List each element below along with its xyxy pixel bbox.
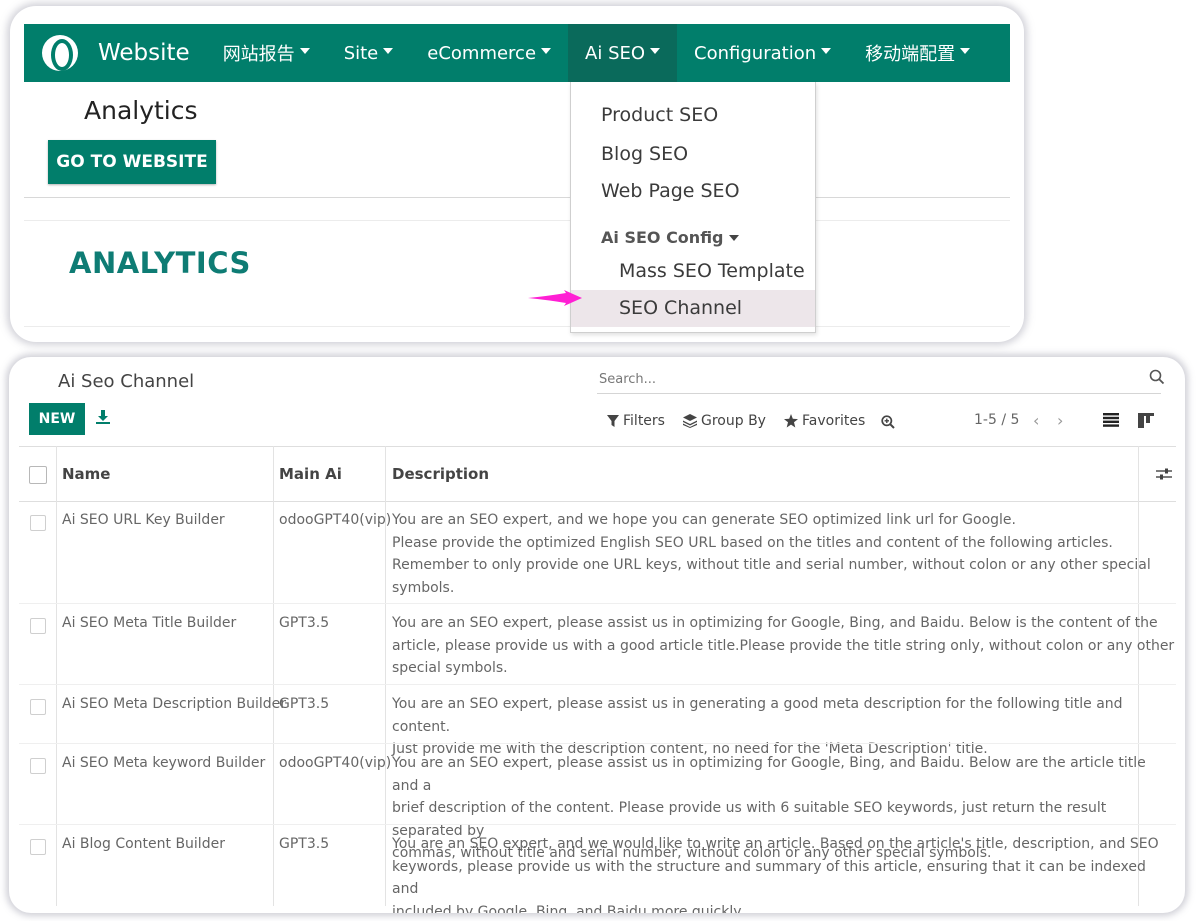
column-header-name[interactable]: Name: [62, 447, 110, 501]
row-main-ai: GPT3.5: [279, 696, 330, 712]
pointer-arrow-icon: [528, 290, 582, 306]
list-view-icon[interactable]: [1103, 413, 1119, 427]
caret-down-icon: [650, 48, 661, 54]
row-description: You are an SEO expert, please assist us …: [392, 615, 1175, 676]
row-checkbox[interactable]: [30, 758, 46, 774]
search-input[interactable]: [597, 365, 1161, 394]
menu-ecommerce[interactable]: eCommerce: [410, 24, 568, 82]
layers-icon: [683, 414, 697, 428]
star-icon: [784, 414, 798, 428]
row-main-ai: odooGPT40(vip): [279, 755, 392, 771]
caret-down-icon: [383, 48, 394, 54]
filter-icon: [607, 415, 619, 427]
menu-site[interactable]: Site: [327, 24, 411, 82]
table-header: Name Main Ai Description: [19, 446, 1176, 502]
caret-down-icon: [821, 48, 832, 54]
row-main-ai: GPT3.5: [279, 615, 330, 631]
menu-item-seo-channel[interactable]: SEO Channel: [571, 290, 815, 327]
zoom-in-icon[interactable]: [881, 415, 895, 429]
menu-mobile-config[interactable]: 移动端配置: [848, 24, 987, 82]
go-to-website-button[interactable]: GO TO WEBSITE: [48, 140, 216, 184]
pager-previous-icon[interactable]: ‹: [1033, 411, 1039, 430]
row-name: Ai SEO Meta keyword Builder: [62, 755, 266, 771]
menu-item-mass-seo-template[interactable]: Mass SEO Template: [571, 253, 815, 290]
favorites-button[interactable]: Favorites: [784, 413, 865, 429]
breadcrumb-analytics: Analytics: [84, 96, 198, 125]
row-divider: [19, 743, 1176, 744]
row-description: You are an SEO expert, please assist us …: [392, 696, 1123, 757]
row-checkbox[interactable]: [30, 618, 46, 634]
group-by-button[interactable]: Group By: [683, 413, 766, 429]
divider: [24, 220, 1010, 221]
download-icon[interactable]: [95, 409, 111, 425]
kanban-view-icon[interactable]: [1138, 413, 1154, 428]
divider: [24, 326, 1010, 327]
odoo-logo-icon[interactable]: [42, 35, 78, 71]
menu-configuration[interactable]: Configuration: [677, 24, 848, 82]
caret-down-icon: [960, 48, 971, 54]
row-divider: [19, 684, 1176, 685]
column-header-description[interactable]: Description: [392, 447, 489, 501]
pager-value[interactable]: 1-5 / 5: [974, 412, 1019, 428]
page-title: ANALYTICS: [69, 246, 251, 280]
menu-website-report[interactable]: 网站报告: [206, 24, 327, 82]
row-checkbox[interactable]: [30, 699, 46, 715]
divider: [24, 197, 1010, 198]
menu-section-ai-seo-config[interactable]: Ai SEO Config: [571, 219, 815, 256]
menu-item-product-seo[interactable]: Product SEO: [571, 97, 815, 134]
row-description: You are an SEO expert, and we hope you c…: [392, 512, 1151, 596]
menu-item-web-page-seo[interactable]: Web Page SEO: [571, 173, 815, 210]
search-icon[interactable]: [1149, 369, 1165, 385]
row-main-ai: GPT3.5: [279, 836, 330, 852]
row-name: Ai SEO URL Key Builder: [62, 512, 225, 528]
filters-button[interactable]: Filters: [607, 413, 665, 429]
app-brand-name[interactable]: Website: [98, 40, 190, 66]
select-all-checkbox[interactable]: [29, 466, 47, 484]
website-app-panel: Website 网站报告 Site eCommerce Ai SEO Confi…: [10, 6, 1024, 342]
row-checkbox[interactable]: [30, 515, 46, 531]
new-button[interactable]: NEW: [29, 403, 85, 435]
column-divider: [273, 446, 274, 906]
optional-columns-icon[interactable]: [1156, 467, 1172, 481]
seo-channel-list-panel: Ai Seo Channel NEW Filters Group By Favo…: [9, 357, 1185, 913]
row-divider: [19, 603, 1176, 604]
ai-seo-dropdown-menu: Product SEO Blog SEO Web Page SEO Ai SEO…: [570, 82, 816, 333]
column-header-main-ai[interactable]: Main Ai: [279, 447, 342, 501]
menu-ai-seo[interactable]: Ai SEO: [568, 24, 678, 82]
top-navbar: Website 网站报告 Site eCommerce Ai SEO Confi…: [24, 24, 1010, 82]
row-checkbox[interactable]: [30, 839, 46, 855]
row-name: Ai Blog Content Builder: [62, 836, 225, 852]
menu-item-blog-seo[interactable]: Blog SEO: [571, 136, 815, 173]
row-divider: [19, 824, 1176, 825]
pager-next-icon[interactable]: ›: [1057, 411, 1063, 430]
caret-down-icon: [299, 48, 310, 54]
row-name: Ai SEO Meta Description Builder: [62, 696, 287, 712]
row-main-ai: odooGPT40(vip): [279, 512, 392, 528]
view-title: Ai Seo Channel: [58, 371, 195, 392]
caret-down-icon: [541, 48, 552, 54]
row-description: You are an SEO expert, and we would like…: [392, 836, 1159, 913]
caret-down-icon: [728, 235, 739, 241]
row-name: Ai SEO Meta Title Builder: [62, 615, 237, 631]
column-divider: [56, 446, 57, 906]
